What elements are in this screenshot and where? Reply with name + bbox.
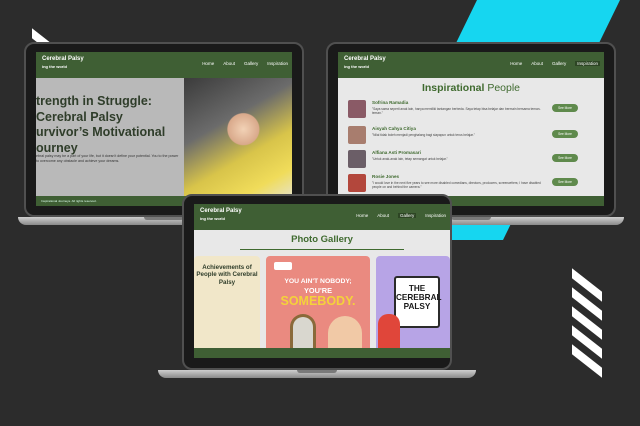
- person-quote: "Saya sama seperti anak lain, hanya memi…: [372, 107, 541, 116]
- hero-child-photo: [184, 78, 292, 206]
- see-more-button[interactable]: See More: [552, 130, 578, 138]
- person-quote: "I would love in the next five years to …: [372, 181, 541, 190]
- person-photo: [348, 100, 366, 118]
- gallery-card-achievements[interactable]: Achievements of People with Cerebral Pal…: [194, 256, 260, 358]
- hero-title: trength in Struggle: Cerebral Palsy urvi…: [36, 94, 166, 155]
- nav-menu: Home About Gallery Inspiration: [510, 61, 600, 66]
- nav-about[interactable]: About: [223, 61, 235, 66]
- navbar: Cerebral Palsy ing the world Home About G…: [338, 52, 604, 78]
- gallery-card-somebody[interactable]: YOU AIN'T NOBODY; YOU'RE SOMEBODY.: [266, 256, 370, 358]
- brand-logo[interactable]: Cerebral Palsy ing the world: [344, 56, 386, 70]
- person-item: Alfiana Asti Promasari "Untuk anak-anak …: [348, 150, 584, 172]
- nav-menu: Home About Gallery Inspiration: [202, 61, 288, 66]
- person-name: Aisyah Cahya Citiya: [372, 126, 416, 131]
- person-name: Sofrina Ramadia: [372, 100, 409, 105]
- poster-line-3: SOMEBODY.: [280, 294, 356, 308]
- brand-logo[interactable]: Cerebral Palsy ing the world: [42, 56, 84, 70]
- person-quote: "Nilai tidak boleh menjadi penghalang ba…: [372, 133, 475, 137]
- nav-about[interactable]: About: [377, 213, 389, 218]
- brand-logo[interactable]: Cerebral Palsy ing the world: [200, 208, 242, 222]
- person-photo: [348, 126, 366, 144]
- see-more-button[interactable]: See More: [552, 104, 578, 112]
- person-quote: "Untuk anak-anak lain, tetap semangat un…: [372, 157, 448, 161]
- laptop-gallery: Cerebral Palsy ing the world Home About G…: [158, 194, 476, 384]
- nav-about[interactable]: About: [531, 61, 543, 66]
- title-divider: [240, 249, 404, 250]
- person-item: Rosie Jones "I would love in the next fi…: [348, 174, 584, 196]
- poster-line-1: YOU AIN'T NOBODY;: [284, 278, 352, 285]
- right-stripes-decoration: [572, 268, 602, 378]
- gallery-screen: Cerebral Palsy ing the world Home About G…: [194, 204, 450, 358]
- person-photo: [348, 174, 366, 192]
- navbar: Cerebral Palsy ing the world Home About G…: [194, 204, 450, 230]
- footer: [194, 348, 450, 358]
- see-more-button[interactable]: See More: [552, 154, 578, 162]
- person-name: Rosie Jones: [372, 174, 400, 179]
- navbar: Cerebral Palsy ing the world Home About G…: [36, 52, 292, 78]
- nav-gallery[interactable]: Gallery: [552, 61, 566, 66]
- person-name: Alfiana Asti Promasari: [372, 150, 421, 155]
- person-item: Sofrina Ramadia "Saya sama seperti anak …: [348, 100, 584, 122]
- nav-menu: Home About Gallery Inspiration: [356, 213, 446, 218]
- page-title: Photo Gallery: [291, 234, 353, 245]
- card-title: Achievements of People with Cerebral Pal…: [196, 264, 258, 286]
- nav-home[interactable]: Home: [510, 61, 522, 66]
- nav-gallery[interactable]: Gallery: [244, 61, 258, 66]
- person-item: Aisyah Cahya Citiya "Nilai tidak boleh m…: [348, 126, 584, 148]
- inspirational-screen: Cerebral Palsy ing the world Home About G…: [338, 52, 604, 206]
- brand-badge: [274, 262, 292, 270]
- page-title: Inspirational People: [421, 82, 521, 94]
- person-photo: [348, 150, 366, 168]
- nav-inspiration[interactable]: Inspiration: [267, 61, 288, 66]
- nav-inspiration[interactable]: Inspiration: [425, 213, 446, 218]
- nav-home[interactable]: Home: [356, 213, 368, 218]
- hero-screen: Cerebral Palsy ing the world Home About G…: [36, 52, 292, 206]
- see-more-button[interactable]: See More: [552, 178, 578, 186]
- poster-board: THE CEREBRAL PALSY: [394, 276, 442, 328]
- nav-inspiration[interactable]: Inspiration: [575, 61, 600, 66]
- nav-home[interactable]: Home: [202, 61, 214, 66]
- hero-body: ebral palsy may be a part of your life, …: [36, 154, 179, 163]
- nav-gallery[interactable]: Gallery: [397, 213, 417, 218]
- gallery-card-cerebral-palsy[interactable]: THE CEREBRAL PALSY: [376, 256, 450, 358]
